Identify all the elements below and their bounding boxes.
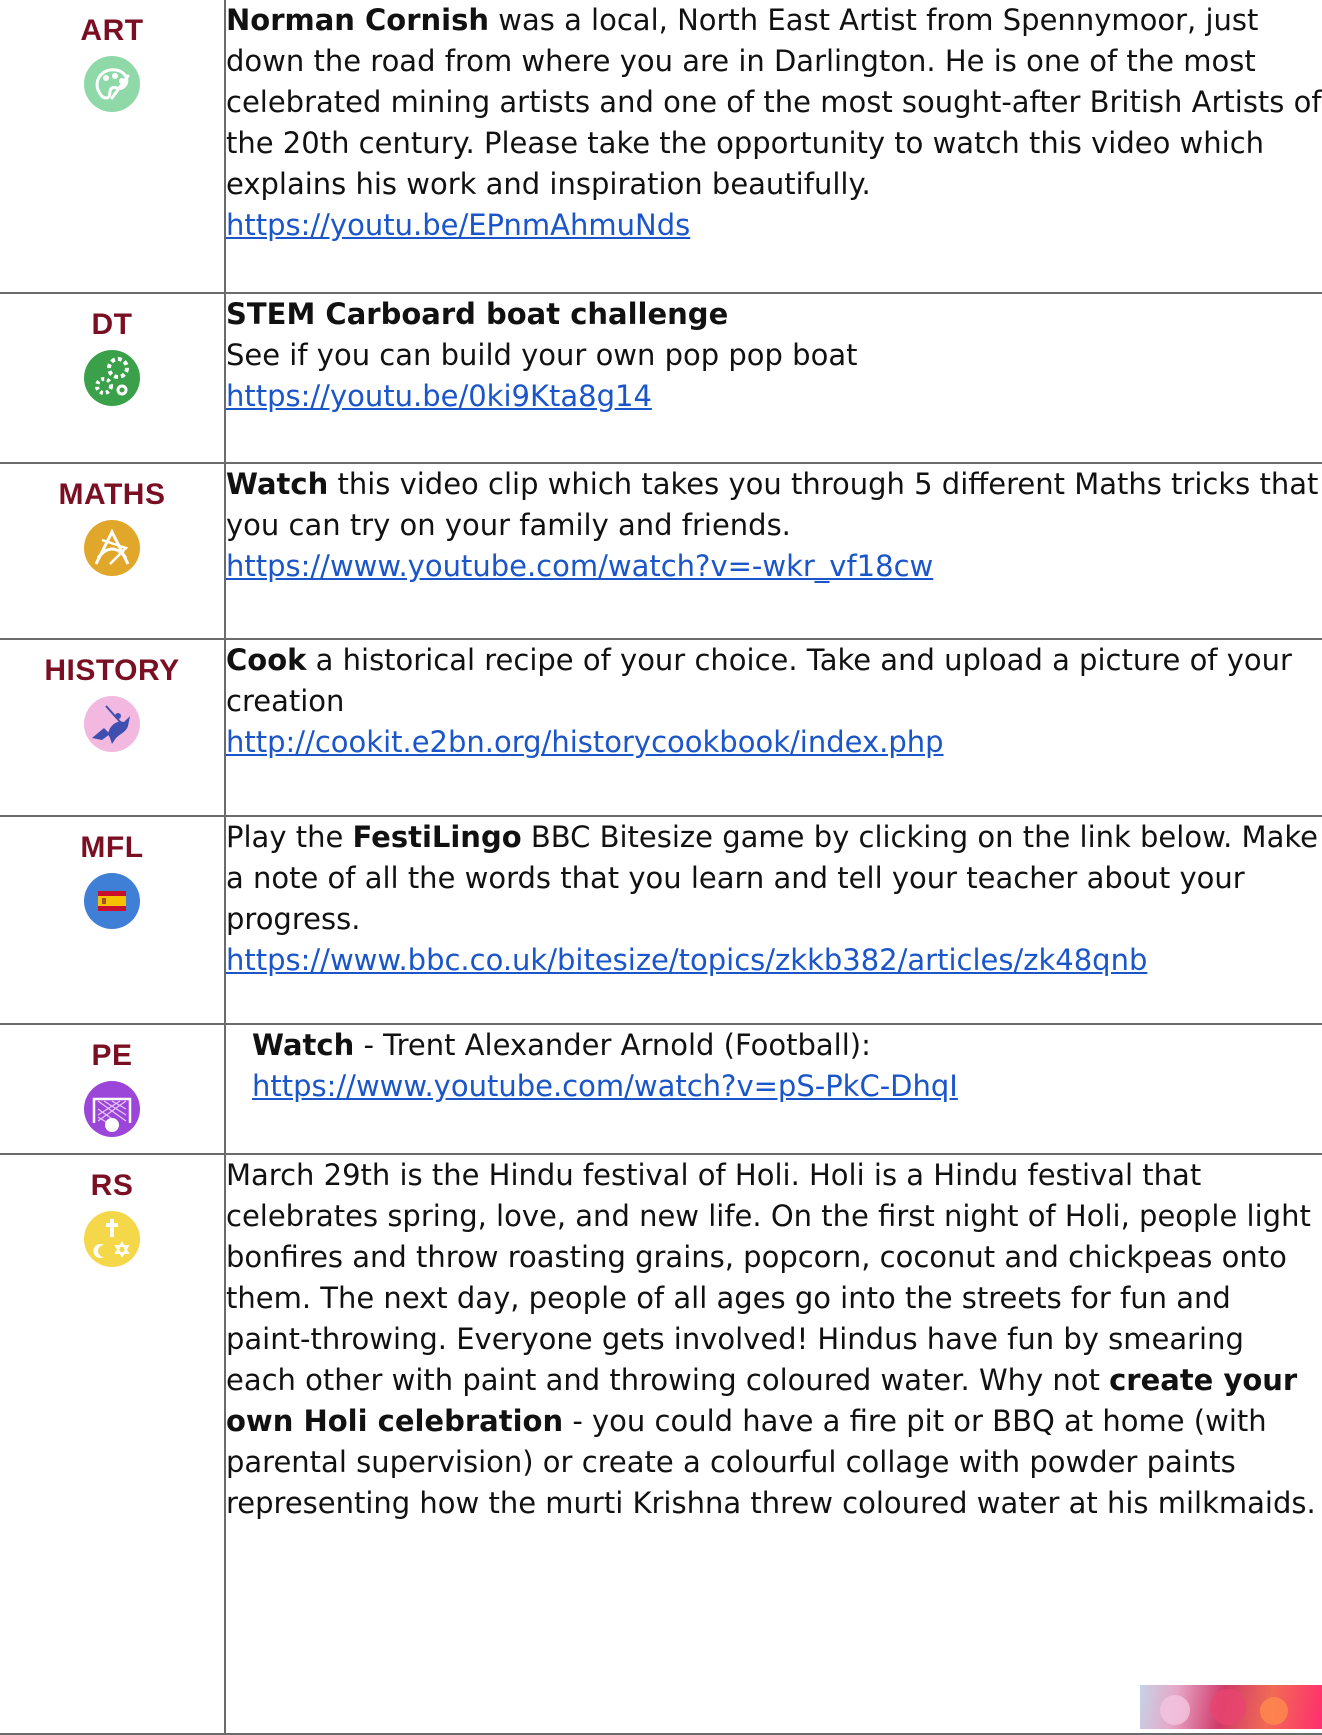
table-row-history: HISTORY Cook a historical recipe of your… <box>0 638 1322 817</box>
spain-flag-icon <box>84 873 140 929</box>
table-row-rs: RS March 29th is the Hindu festival of H… <box>0 1153 1322 1735</box>
bold-lead: Norman Cornish <box>226 3 490 37</box>
subject-cell: RS <box>0 1153 226 1735</box>
gears-icon <box>84 350 140 406</box>
religious-symbols-icon <box>84 1211 140 1267</box>
subject-label: MATHS <box>58 478 166 511</box>
game-link[interactable]: https://www.bbc.co.uk/bitesize/topics/zk… <box>226 943 1147 977</box>
palette-icon <box>84 56 140 112</box>
description-cell: Norman Cornish was a local, North East A… <box>224 0 1322 294</box>
table-row-dt: DT STEM Carboard boat challenge See if y… <box>0 292 1322 464</box>
subject-cell: ART <box>0 0 226 294</box>
bold-lead: Watch <box>252 1028 355 1062</box>
bold-lead: Watch <box>226 467 329 501</box>
knight-horse-icon <box>84 696 140 752</box>
subject-label: RS <box>90 1169 134 1202</box>
subject-label: HISTORY <box>44 654 180 687</box>
holi-photo <box>1140 1685 1322 1729</box>
subject-cell: MATHS <box>0 462 226 640</box>
description-cell: Play the FestiLingo BBC Bitesize game by… <box>224 815 1322 1025</box>
body-text: See if you can build your own pop pop bo… <box>226 338 858 372</box>
subject-label: ART <box>80 14 144 47</box>
recipe-link[interactable]: http://cookit.e2bn.org/historycookbook/i… <box>226 725 944 759</box>
subject-label: PE <box>91 1039 133 1072</box>
subject-cell: HISTORY <box>0 638 226 817</box>
video-link[interactable]: https://www.youtube.com/watch?v=pS-PkC-D… <box>252 1069 958 1103</box>
subject-label: DT <box>91 308 133 341</box>
body-text: March 29th is the Hindu festival of Holi… <box>226 1158 1311 1397</box>
description-cell: March 29th is the Hindu festival of Holi… <box>224 1153 1322 1735</box>
bold-lead: STEM Carboard boat challenge <box>226 297 729 331</box>
video-link[interactable]: https://youtu.be/EPnmAhmuNds <box>226 208 690 242</box>
video-link[interactable]: https://www.youtube.com/watch?v=-wkr_vf1… <box>226 549 933 583</box>
subject-label: MFL <box>80 831 144 864</box>
description-cell: Watch - Trent Alexander Arnold (Football… <box>224 1023 1322 1155</box>
body-text-pre: Play the <box>226 820 353 854</box>
geometry-tools-icon <box>84 520 140 576</box>
table-row-art: ART Norman Cornish was a local, North Ea… <box>0 0 1322 294</box>
table-row-mfl: MFL Play the FestiLingo BBC Bitesize gam… <box>0 815 1322 1025</box>
subject-cell: PE <box>0 1023 226 1155</box>
body-text: a historical recipe of your choice. Take… <box>226 643 1292 718</box>
body-text: - Trent Alexander Arnold (Football): <box>354 1028 871 1062</box>
description-text: Norman Cornish was a local, North East A… <box>226 0 1322 205</box>
table-row-pe: PE Watch - Trent Alexander Arnold (Footb… <box>0 1023 1322 1155</box>
bold-lead: Cook <box>226 643 307 677</box>
body-text: this video clip which takes you through … <box>226 467 1319 542</box>
description-cell: Cook a historical recipe of your choice.… <box>224 638 1322 817</box>
subject-cell: DT <box>0 292 226 464</box>
bold-lead: FestiLingo <box>352 820 522 854</box>
activities-table: ART Norman Cornish was a local, North Ea… <box>0 0 1322 1735</box>
description-cell: Watch this video clip which takes you th… <box>224 462 1322 640</box>
description-text: March 29th is the Hindu festival of Holi… <box>226 1155 1322 1524</box>
football-goal-icon <box>84 1081 140 1137</box>
table-row-maths: MATHS Watch this video clip which takes … <box>0 462 1322 640</box>
video-link[interactable]: https://youtu.be/0ki9Kta8g14 <box>226 379 652 413</box>
subject-cell: MFL <box>0 815 226 1025</box>
description-cell: STEM Carboard boat challenge See if you … <box>224 292 1322 464</box>
